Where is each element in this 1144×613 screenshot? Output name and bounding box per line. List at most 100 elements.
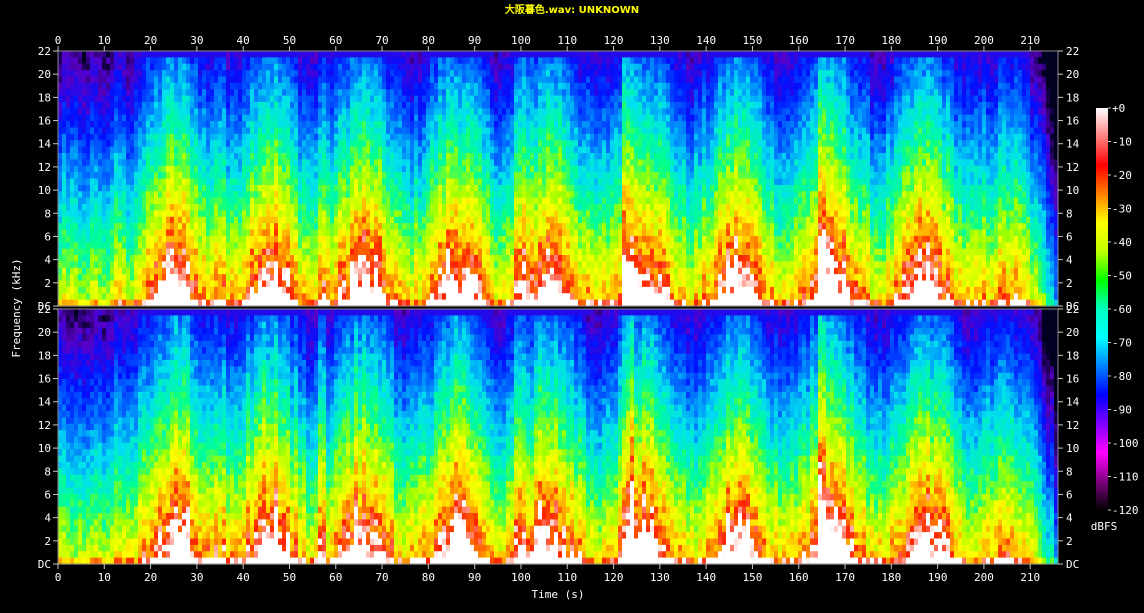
spectrogram-cell bbox=[542, 248, 547, 256]
spectrogram-cell bbox=[242, 191, 247, 199]
spectrogram-cell bbox=[398, 108, 403, 116]
spectrogram-cell bbox=[466, 267, 471, 275]
spectrogram-cell bbox=[482, 51, 487, 58]
spectrogram-cell bbox=[94, 95, 99, 103]
spectrogram-cell bbox=[66, 82, 71, 90]
spectrogram-cell bbox=[98, 197, 103, 205]
spectrogram-cell bbox=[502, 274, 507, 282]
spectrogram-cell bbox=[338, 63, 343, 71]
spectrogram-cell bbox=[274, 159, 279, 167]
spectrogram-cell bbox=[70, 108, 75, 116]
spectrogram-cell bbox=[114, 159, 119, 167]
spectrogram-cell bbox=[470, 197, 475, 205]
spectrogram-cell bbox=[458, 197, 463, 205]
spectrogram-cell bbox=[278, 274, 283, 282]
spectrogram-cell bbox=[158, 102, 163, 109]
spectrogram-cell bbox=[190, 76, 195, 84]
spectrogram-cell bbox=[214, 114, 219, 122]
spectrogram-cell bbox=[550, 153, 555, 160]
spectrogram-cell bbox=[550, 70, 555, 78]
spectrogram-cell bbox=[510, 191, 515, 199]
spectrogram-cell bbox=[390, 76, 395, 84]
spectrogram-cell bbox=[270, 114, 275, 122]
spectrogram-cell bbox=[510, 210, 515, 218]
spectrogram-cell bbox=[202, 197, 207, 205]
spectrogram-cell bbox=[194, 229, 199, 237]
spectrogram-cell bbox=[450, 274, 455, 282]
spectrogram-cell bbox=[146, 121, 151, 129]
spectrogram-cell bbox=[426, 146, 431, 154]
spectrogram-cell bbox=[522, 210, 527, 218]
spectrogram-cell bbox=[462, 280, 467, 288]
spectrogram-cell bbox=[294, 57, 299, 65]
spectrogram-cell bbox=[226, 82, 231, 90]
spectrogram-cell bbox=[74, 184, 79, 192]
spectrogram-cell bbox=[238, 133, 243, 141]
spectrogram-cell bbox=[162, 95, 167, 103]
spectrogram-cell bbox=[82, 57, 87, 65]
spectrogram-cell bbox=[82, 114, 87, 122]
spectrogram-cell bbox=[214, 274, 219, 282]
spectrogram-cell bbox=[258, 82, 263, 90]
spectrogram-cell bbox=[138, 191, 143, 199]
spectrogram-cell bbox=[414, 63, 419, 71]
spectrogram-cell bbox=[490, 114, 495, 122]
spectrogram-cell bbox=[310, 121, 315, 129]
spectrogram-cell bbox=[498, 293, 503, 301]
spectrogram-cell bbox=[538, 267, 543, 275]
spectrogram-cell bbox=[98, 223, 103, 231]
spectrogram-cell bbox=[118, 255, 123, 262]
spectrogram-cell bbox=[414, 82, 419, 90]
spectrogram-cell bbox=[486, 127, 491, 135]
spectrogram-cell bbox=[306, 184, 311, 192]
spectrogram-cell bbox=[326, 204, 331, 211]
spectrogram-cell bbox=[182, 197, 187, 205]
spectrogram-cell bbox=[182, 223, 187, 231]
spectrogram-cell bbox=[486, 57, 491, 65]
spectrogram-cell bbox=[386, 159, 391, 167]
spectrogram-cell bbox=[386, 89, 391, 97]
spectrogram-cell bbox=[254, 63, 259, 71]
spectrogram-cell bbox=[78, 159, 83, 167]
spectrogram-cell bbox=[210, 102, 215, 109]
spectrogram-cell bbox=[302, 82, 307, 90]
spectrogram-cell bbox=[86, 63, 91, 71]
spectrogram-cell bbox=[326, 178, 331, 186]
spectrogram-cell bbox=[94, 255, 99, 262]
spectrogram-cell bbox=[134, 274, 139, 282]
spectrogram-cell bbox=[274, 102, 279, 109]
spectrogram-cell bbox=[346, 261, 351, 269]
spectrogram-cell bbox=[126, 95, 131, 103]
spectrogram-cell bbox=[526, 159, 531, 167]
spectrogram-cell bbox=[86, 51, 91, 58]
spectrogram-cell bbox=[518, 274, 523, 282]
spectrogram-cell bbox=[442, 184, 447, 192]
spectrogram-cell bbox=[502, 89, 507, 97]
spectrogram-cell bbox=[254, 165, 259, 173]
spectrogram-cell bbox=[410, 216, 415, 224]
spectrogram-cell bbox=[246, 242, 251, 250]
spectrogram-cell bbox=[166, 153, 171, 160]
spectrogram-cell bbox=[462, 89, 467, 97]
spectrogram-cell bbox=[182, 146, 187, 154]
spectrogram-cell bbox=[334, 89, 339, 97]
spectrogram-cell bbox=[202, 82, 207, 90]
spectrogram-cell bbox=[418, 191, 423, 199]
spectrogram-cell bbox=[182, 63, 187, 71]
spectrogram-cell bbox=[254, 153, 259, 160]
spectrogram-cell bbox=[154, 280, 159, 288]
spectrogram-cell bbox=[394, 76, 399, 84]
spectrogram-cell bbox=[178, 89, 183, 97]
spectrogram-cell bbox=[198, 108, 203, 116]
spectrogram-cell bbox=[510, 159, 515, 167]
spectrogram-cell bbox=[378, 89, 383, 97]
spectrogram-cell bbox=[474, 57, 479, 65]
spectrogram-cell bbox=[410, 165, 415, 173]
spectrogram-cell bbox=[138, 280, 143, 288]
spectrogram-cell bbox=[222, 140, 227, 148]
spectrogram-cell bbox=[234, 184, 239, 192]
spectrogram-cell bbox=[174, 165, 179, 173]
spectrogram-cell bbox=[330, 153, 335, 160]
spectrogram-cell bbox=[282, 51, 287, 58]
spectrogram-cell bbox=[282, 235, 287, 243]
